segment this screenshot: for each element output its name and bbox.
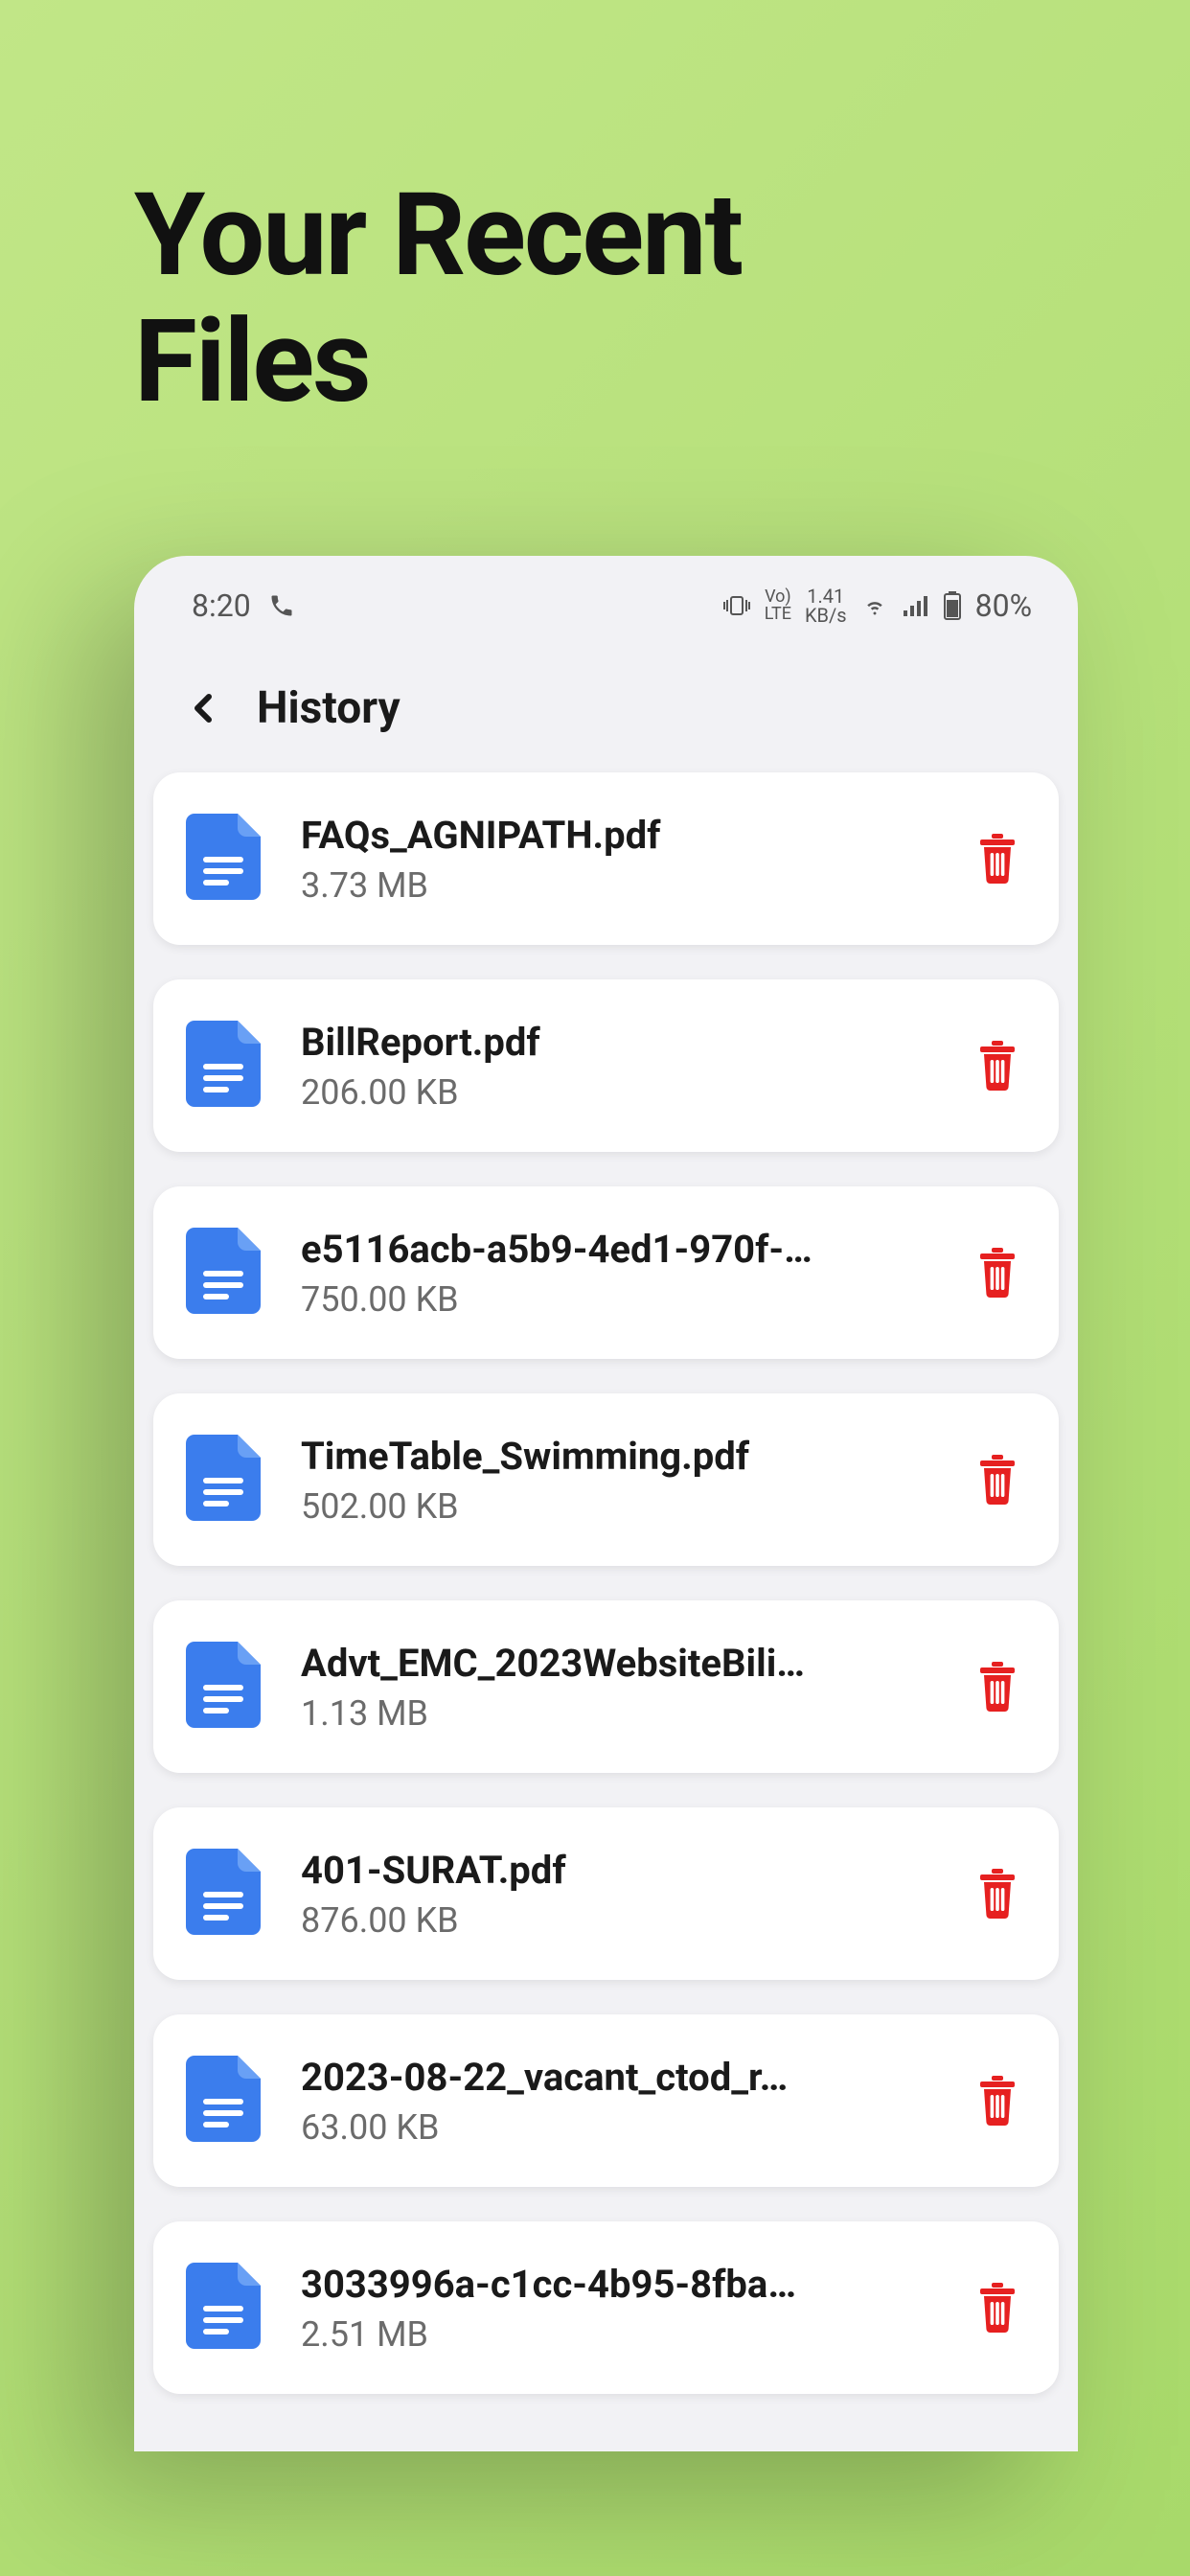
file-info: 3033996a-c1cc-4b95-8fba… 2.51 MB — [301, 2262, 934, 2355]
document-icon — [186, 1435, 261, 1525]
delete-button[interactable] — [974, 2283, 1020, 2333]
delete-button[interactable] — [974, 2076, 1020, 2126]
file-name: e5116acb-a5b9-4ed1-970f-… — [301, 1227, 895, 1272]
vibrate-icon — [722, 595, 751, 616]
delete-button[interactable] — [974, 1869, 1020, 1919]
document-icon — [186, 2263, 261, 2353]
delete-button[interactable] — [974, 834, 1020, 884]
file-size: 750.00 KB — [301, 1279, 934, 1320]
phone-icon — [268, 592, 295, 619]
device-frame: 8:20 Vo) LTE 1.41 KB/s — [134, 556, 1078, 2451]
file-info: TimeTable_Swimming.pdf 502.00 KB — [301, 1434, 934, 1527]
file-row[interactable]: Advt_EMC_2023WebsiteBili… 1.13 MB — [153, 1600, 1059, 1773]
document-icon — [186, 1228, 261, 1318]
status-left: 8:20 — [192, 587, 295, 624]
file-row[interactable]: TimeTable_Swimming.pdf 502.00 KB — [153, 1393, 1059, 1566]
device-screen: 8:20 Vo) LTE 1.41 KB/s — [134, 556, 1078, 2451]
file-size: 876.00 KB — [301, 1900, 934, 1941]
file-size: 3.73 MB — [301, 865, 934, 906]
file-size: 206.00 KB — [301, 1072, 934, 1113]
status-bar: 8:20 Vo) LTE 1.41 KB/s — [134, 556, 1078, 634]
file-row[interactable]: 3033996a-c1cc-4b95-8fba… 2.51 MB — [153, 2221, 1059, 2394]
hero-title: Your Recent Files — [134, 172, 742, 426]
hero-line-1: Your Recent — [134, 172, 742, 299]
file-row[interactable]: 2023-08-22_vacant_ctod_r… 63.00 KB — [153, 2014, 1059, 2187]
file-row[interactable]: e5116acb-a5b9-4ed1-970f-… 750.00 KB — [153, 1186, 1059, 1359]
file-name: Advt_EMC_2023WebsiteBili… — [301, 1641, 895, 1686]
file-info: e5116acb-a5b9-4ed1-970f-… 750.00 KB — [301, 1227, 934, 1320]
signal-icon — [903, 595, 929, 616]
file-size: 1.13 MB — [301, 1693, 934, 1734]
network-speed: 1.41 KB/s — [805, 586, 847, 625]
document-icon — [186, 1642, 261, 1732]
file-info: 2023-08-22_vacant_ctod_r… 63.00 KB — [301, 2055, 934, 2148]
status-time: 8:20 — [192, 587, 251, 624]
delete-button[interactable] — [974, 1041, 1020, 1091]
file-size: 63.00 KB — [301, 2107, 934, 2148]
delete-button[interactable] — [974, 1662, 1020, 1712]
file-list[interactable]: FAQs_AGNIPATH.pdf 3.73 MB BillReport.pdf… — [134, 772, 1078, 2394]
back-button[interactable] — [186, 687, 220, 729]
document-icon — [186, 1021, 261, 1111]
file-name: 2023-08-22_vacant_ctod_r… — [301, 2055, 895, 2100]
document-icon — [186, 814, 261, 904]
battery-percent: 80% — [975, 587, 1032, 624]
file-name: 3033996a-c1cc-4b95-8fba… — [301, 2262, 895, 2307]
file-size: 502.00 KB — [301, 1486, 934, 1527]
delete-button[interactable] — [974, 1248, 1020, 1298]
lte-icon: Vo) LTE — [765, 588, 791, 623]
delete-button[interactable] — [974, 1455, 1020, 1505]
status-right: Vo) LTE 1.41 KB/s 80% — [722, 586, 1032, 625]
document-icon — [186, 2056, 261, 2146]
file-name: FAQs_AGNIPATH.pdf — [301, 813, 895, 858]
page-title: History — [257, 682, 400, 734]
file-info: FAQs_AGNIPATH.pdf 3.73 MB — [301, 813, 934, 906]
file-name: TimeTable_Swimming.pdf — [301, 1434, 895, 1479]
app-bar: History — [134, 634, 1078, 772]
file-size: 2.51 MB — [301, 2314, 934, 2355]
file-info: 401-SURAT.pdf 876.00 KB — [301, 1848, 934, 1941]
file-info: BillReport.pdf 206.00 KB — [301, 1020, 934, 1113]
file-info: Advt_EMC_2023WebsiteBili… 1.13 MB — [301, 1641, 934, 1734]
wifi-icon — [860, 594, 889, 617]
file-name: BillReport.pdf — [301, 1020, 895, 1065]
battery-icon — [943, 591, 962, 620]
file-name: 401-SURAT.pdf — [301, 1848, 895, 1893]
document-icon — [186, 1849, 261, 1939]
file-row[interactable]: 401-SURAT.pdf 876.00 KB — [153, 1807, 1059, 1980]
hero-line-2: Files — [134, 299, 742, 426]
file-row[interactable]: BillReport.pdf 206.00 KB — [153, 979, 1059, 1152]
file-row[interactable]: FAQs_AGNIPATH.pdf 3.73 MB — [153, 772, 1059, 945]
